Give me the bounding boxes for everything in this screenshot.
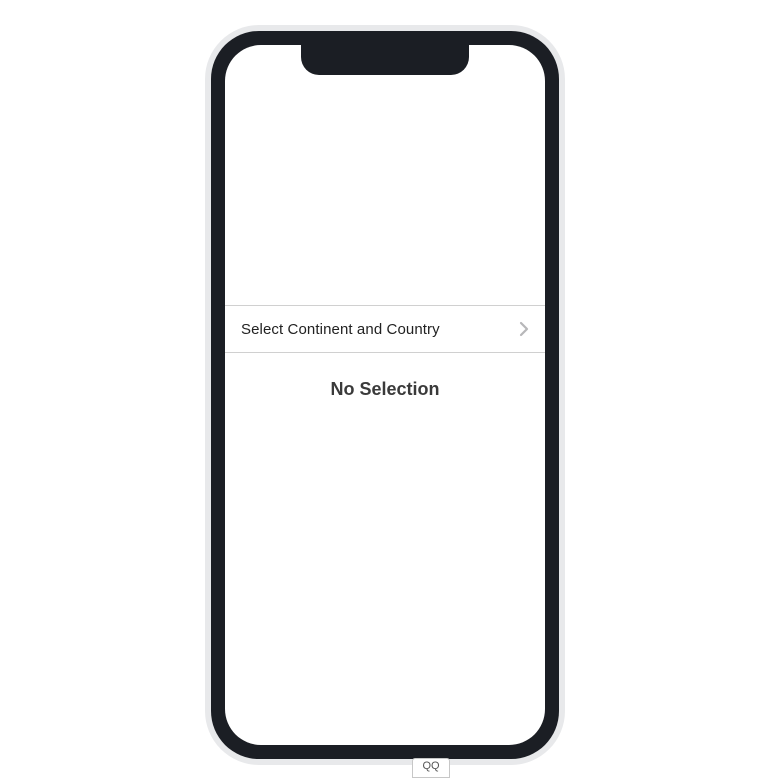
device-notch bbox=[301, 45, 469, 75]
device-screen: Select Continent and Country No Selectio… bbox=[225, 45, 545, 745]
footer-tab-label: QQ bbox=[422, 760, 439, 772]
picker-row[interactable]: Select Continent and Country bbox=[225, 305, 545, 353]
footer-tab[interactable]: QQ bbox=[412, 758, 450, 778]
picker-row-label: Select Continent and Country bbox=[241, 321, 440, 338]
app-content: Select Continent and Country No Selectio… bbox=[225, 45, 545, 745]
chevron-right-icon bbox=[519, 321, 529, 337]
device-bezel: Select Continent and Country No Selectio… bbox=[211, 31, 559, 759]
result-status-text: No Selection bbox=[225, 379, 545, 400]
device-frame: Select Continent and Country No Selectio… bbox=[205, 25, 565, 765]
result-area: No Selection bbox=[225, 353, 545, 400]
